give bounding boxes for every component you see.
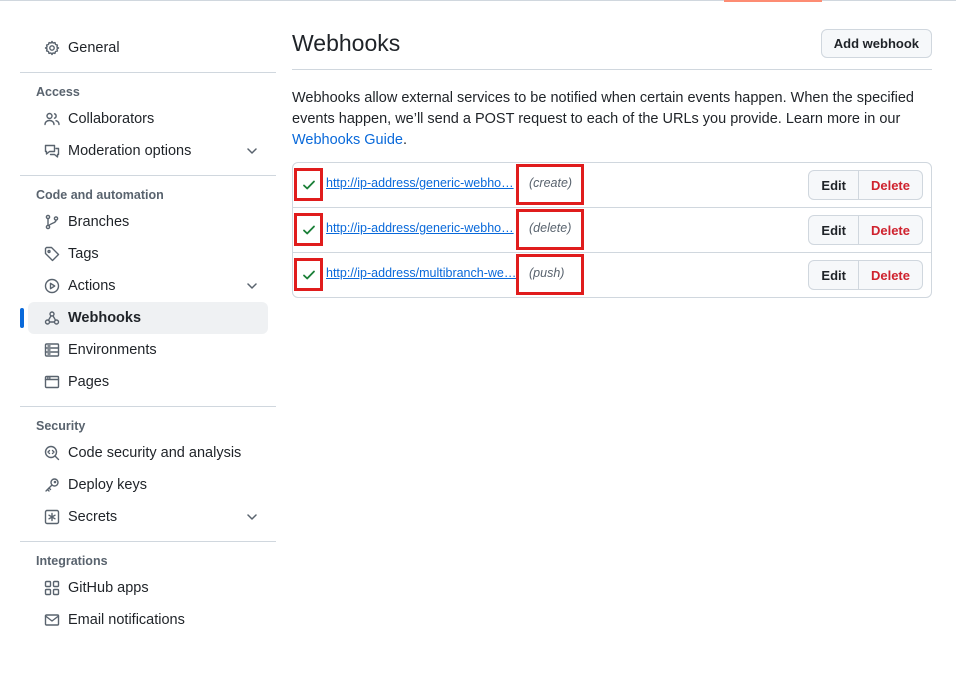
sidebar-item-label: General: [68, 40, 120, 56]
sidebar-item-webhooks[interactable]: Webhooks: [20, 302, 268, 334]
sidebar-item-label: Actions: [68, 278, 116, 294]
check-icon: [294, 213, 323, 246]
sidebar-item-label: Collaborators: [68, 111, 155, 127]
sidebar-item-pages[interactable]: Pages: [28, 366, 268, 398]
chevron-down-icon[interactable]: [244, 278, 260, 294]
sidebar-item-label: GitHub apps: [68, 580, 149, 596]
sidebar-item-moderation-options[interactable]: Moderation options: [28, 135, 268, 167]
webhook-list: http://ip-address/generic-webho… (create…: [292, 162, 932, 298]
divider: [20, 406, 276, 407]
sidebar-item-github-apps[interactable]: GitHub apps: [28, 572, 268, 604]
key-asterisk-icon: [44, 509, 60, 525]
sidebar-item-secrets[interactable]: Secrets: [28, 501, 268, 533]
settings-sidebar: General Access Collaborators Moderation …: [20, 32, 276, 636]
chevron-down-icon[interactable]: [244, 509, 260, 525]
webhook-actions: Edit Delete: [808, 260, 923, 290]
sidebar-item-label: Branches: [68, 214, 130, 230]
add-webhook-button[interactable]: Add webhook: [820, 29, 932, 58]
section-heading-integrations: Integrations: [36, 554, 108, 568]
chevron-down-icon[interactable]: [244, 143, 260, 159]
play-icon: [44, 278, 60, 294]
sidebar-item-label: Tags: [68, 246, 99, 262]
sidebar-item-label: Pages: [68, 374, 110, 390]
sidebar-item-environments[interactable]: Environments: [28, 334, 268, 366]
git-branch-icon: [44, 214, 60, 230]
codescan-icon: [44, 445, 60, 461]
webhook-actions: Edit Delete: [808, 170, 923, 200]
browser-icon: [44, 374, 60, 390]
server-icon: [44, 342, 60, 358]
webhook-icon: [44, 310, 60, 326]
check-icon: [294, 168, 323, 201]
webhooks-guide-link[interactable]: Webhooks Guide: [292, 132, 403, 148]
sidebar-item-label: Code security and analysis: [68, 445, 242, 461]
gear-icon: [44, 40, 60, 56]
people-icon: [44, 111, 60, 127]
section-heading-security: Security: [36, 419, 86, 433]
intro-body: Webhooks allow external services to be n…: [292, 90, 914, 127]
webhook-url-link[interactable]: http://ip-address/generic-webho…: [326, 221, 518, 235]
intro-end: .: [402, 132, 407, 148]
sidebar-item-actions[interactable]: Actions: [28, 270, 268, 302]
sidebar-item-label: Deploy keys: [68, 477, 147, 493]
mail-icon: [44, 612, 60, 628]
sidebar-item-label: Webhooks: [68, 310, 142, 326]
edit-button[interactable]: Edit: [808, 215, 859, 245]
intro-text: Webhooks allow external services to be n…: [292, 88, 932, 151]
tab-underline: [724, 0, 822, 2]
edit-button[interactable]: Edit: [808, 260, 859, 290]
webhook-url-link[interactable]: http://ip-address/generic-webho…: [326, 176, 518, 190]
key-icon: [44, 477, 60, 493]
sidebar-item-email-notifications[interactable]: Email notifications: [28, 604, 268, 636]
tag-icon: [44, 246, 60, 262]
sidebar-item-tags[interactable]: Tags: [28, 238, 268, 270]
edit-button[interactable]: Edit: [808, 170, 859, 200]
apps-icon: [44, 580, 60, 596]
sidebar-item-label: Secrets: [68, 509, 118, 525]
section-heading-code-automation: Code and automation: [36, 188, 164, 202]
webhook-row: http://ip-address/generic-webho… (delete…: [293, 207, 931, 252]
sidebar-item-code-security[interactable]: Code security and analysis: [28, 437, 268, 469]
delete-button[interactable]: Delete: [858, 215, 923, 245]
webhook-event: (create): [529, 176, 573, 190]
divider: [20, 175, 276, 176]
page-title: Webhooks: [292, 30, 401, 56]
section-heading-access: Access: [36, 85, 80, 99]
delete-button[interactable]: Delete: [858, 260, 923, 290]
check-icon: [294, 258, 323, 291]
sidebar-item-collaborators[interactable]: Collaborators: [28, 103, 268, 135]
page-header: Webhooks Add webhook: [292, 28, 932, 70]
sidebar-item-label: Moderation options: [68, 143, 192, 159]
webhooks-main: Webhooks Add webhook Webhooks allow exte…: [292, 28, 932, 298]
sidebar-item-general[interactable]: General: [28, 32, 268, 64]
webhook-event: (push): [529, 266, 565, 280]
webhook-row: http://ip-address/generic-webho… (create…: [293, 163, 931, 207]
comment-discussion-icon: [44, 143, 60, 159]
divider: [20, 541, 276, 542]
webhook-url-link[interactable]: http://ip-address/multibranch-we…: [326, 266, 518, 280]
sidebar-item-branches[interactable]: Branches: [28, 206, 268, 238]
delete-button[interactable]: Delete: [858, 170, 923, 200]
divider: [20, 72, 276, 73]
sidebar-item-label: Email notifications: [68, 612, 185, 628]
webhook-row: http://ip-address/multibranch-we… (push)…: [293, 252, 931, 297]
sidebar-item-deploy-keys[interactable]: Deploy keys: [28, 469, 268, 501]
webhook-event: (delete): [529, 221, 572, 235]
webhook-actions: Edit Delete: [808, 215, 923, 245]
sidebar-item-label: Environments: [68, 342, 157, 358]
